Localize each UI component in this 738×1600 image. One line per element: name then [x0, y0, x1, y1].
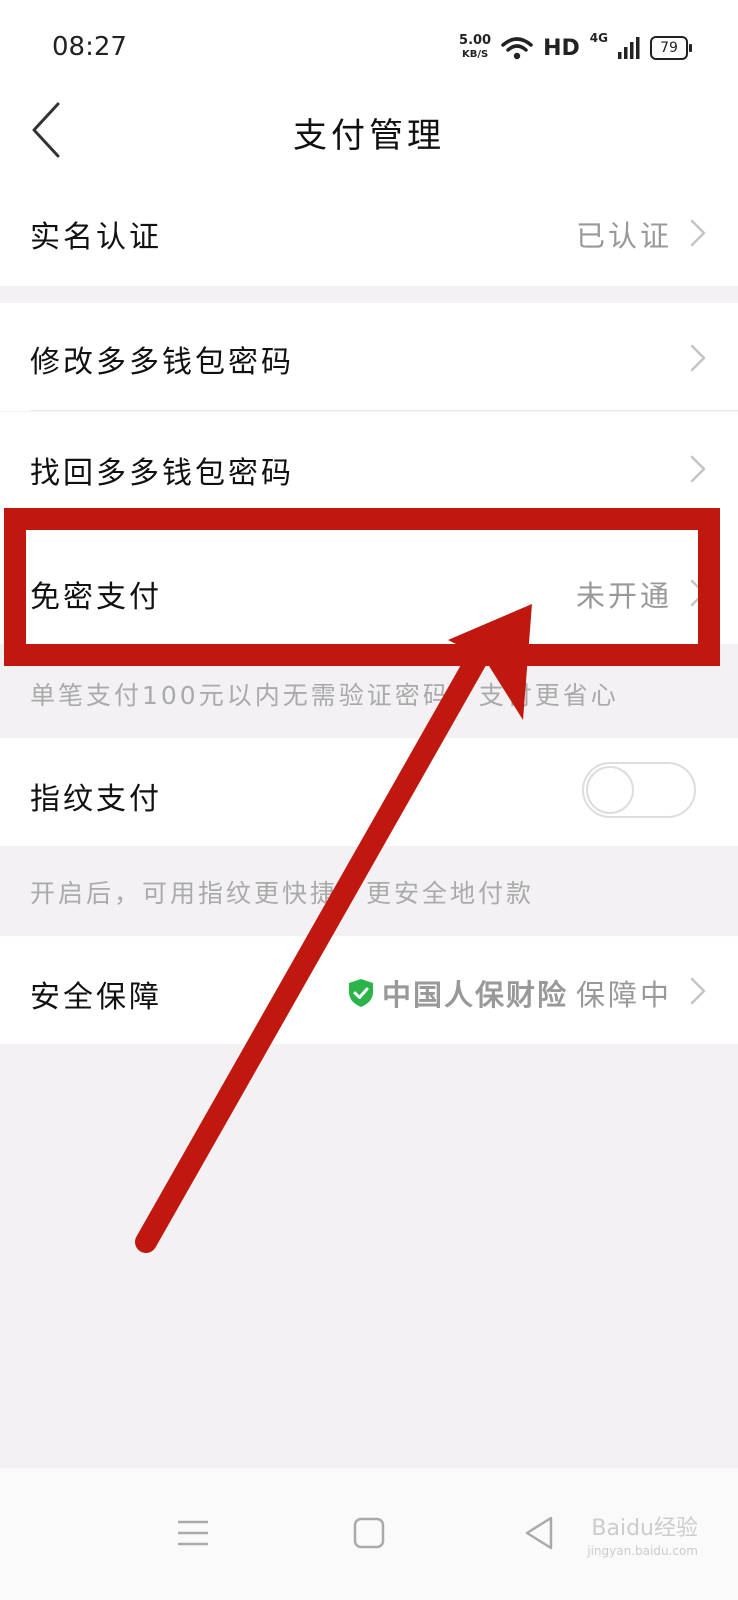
security-label: 安全保障 [30, 980, 162, 1015]
battery-icon: 79 [650, 36, 692, 60]
insurer-name: 中国人保财险 [381, 978, 568, 1012]
system-nav-bar: Baidu经验 jingyan.baidu.com [0, 1468, 738, 1600]
real-name-row[interactable]: 实名认证 已认证 [0, 178, 738, 286]
signal-icon [618, 37, 640, 59]
chevron-right-icon [690, 455, 706, 483]
recover-password-label: 找回多多钱包密码 [30, 456, 294, 491]
row-divider [30, 410, 738, 411]
status-bar: 08:27 5.00 KB/S HD 4G 79 [0, 0, 738, 90]
chevron-right-icon [690, 219, 706, 247]
fingerprint-hint: 开启后，可用指纹更快捷、更安全地付款 [30, 879, 535, 908]
insurance-status: 保障中 [575, 978, 672, 1012]
status-icons: 5.00 KB/S HD 4G 79 [459, 31, 692, 62]
hd-indicator: HD [543, 35, 580, 61]
insurer-info: 中国人保财险 保障中 [348, 972, 672, 1014]
fingerprint-label: 指纹支付 [30, 782, 162, 817]
fingerprint-row: 指纹支付 [0, 738, 738, 846]
menu-icon[interactable] [168, 1508, 218, 1558]
password-free-hint: 单笔支付100元以内无需验证密码，支付更省心 [30, 681, 619, 710]
status-time: 08:27 [52, 32, 127, 62]
net-speed: 5.00 KB/S [459, 33, 492, 61]
highlight-box [4, 508, 720, 666]
shield-check-icon [348, 979, 373, 1007]
watermark: Baidu经验 jingyan.baidu.com [587, 1516, 698, 1559]
toggle-knob [586, 766, 634, 814]
page-title: 支付管理 [293, 116, 445, 156]
real-name-label: 实名认证 [30, 220, 162, 255]
recover-password-row[interactable]: 找回多多钱包密码 [0, 412, 738, 522]
fingerprint-toggle[interactable] [582, 762, 696, 818]
home-icon[interactable] [344, 1508, 394, 1558]
nav-bar: 支付管理 [0, 90, 738, 179]
network-type: 4G [589, 31, 608, 45]
change-password-row[interactable]: 修改多多钱包密码 [0, 303, 738, 411]
chevron-right-icon [690, 344, 706, 372]
security-row[interactable]: 安全保障 中国人保财险 保障中 [0, 936, 738, 1044]
change-password-label: 修改多多钱包密码 [30, 345, 294, 380]
back-triangle-icon[interactable] [515, 1508, 565, 1558]
real-name-status: 已认证 [575, 219, 672, 253]
chevron-right-icon [690, 977, 706, 1005]
wifi-icon [501, 37, 533, 60]
